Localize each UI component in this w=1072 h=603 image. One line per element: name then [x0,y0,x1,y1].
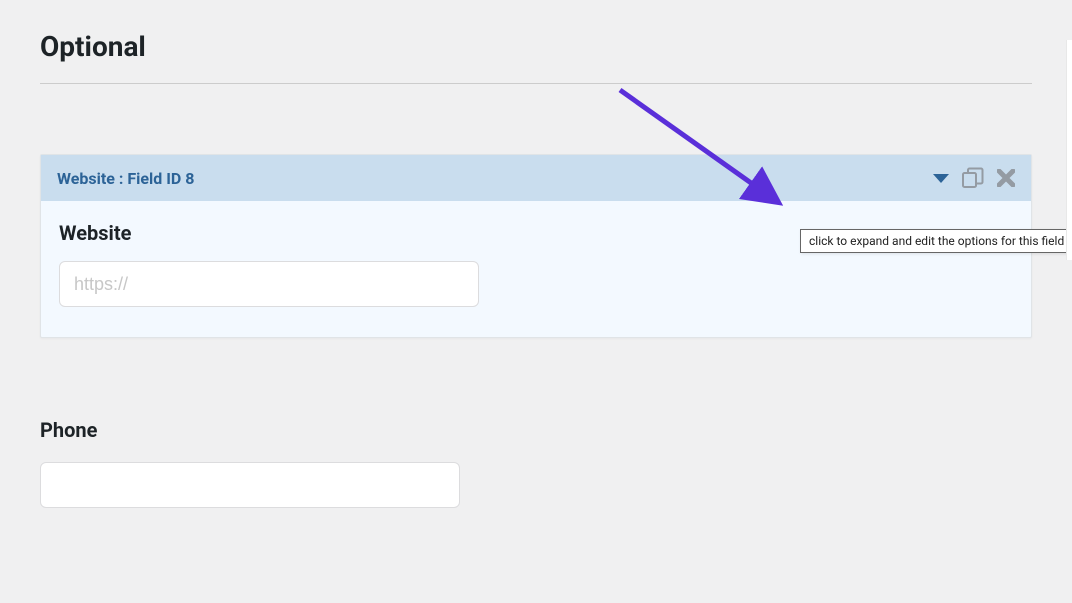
field-header-title: Website : Field ID 8 [57,169,194,188]
expand-caret-icon[interactable] [933,174,949,183]
close-icon[interactable] [997,169,1015,187]
field-label-phone: Phone [40,418,1032,442]
field-header: Website : Field ID 8 [41,155,1031,201]
phone-input[interactable] [40,462,460,508]
website-input[interactable] [59,261,479,307]
field-header-actions [933,167,1015,189]
section-title: Optional [40,30,1032,84]
field-body: Website [41,201,1031,337]
tooltip: click to expand and edit the options for… [800,229,1072,253]
right-panel-edge [1066,40,1072,260]
duplicate-icon[interactable] [961,167,985,189]
field-phone: Phone [40,418,1032,508]
